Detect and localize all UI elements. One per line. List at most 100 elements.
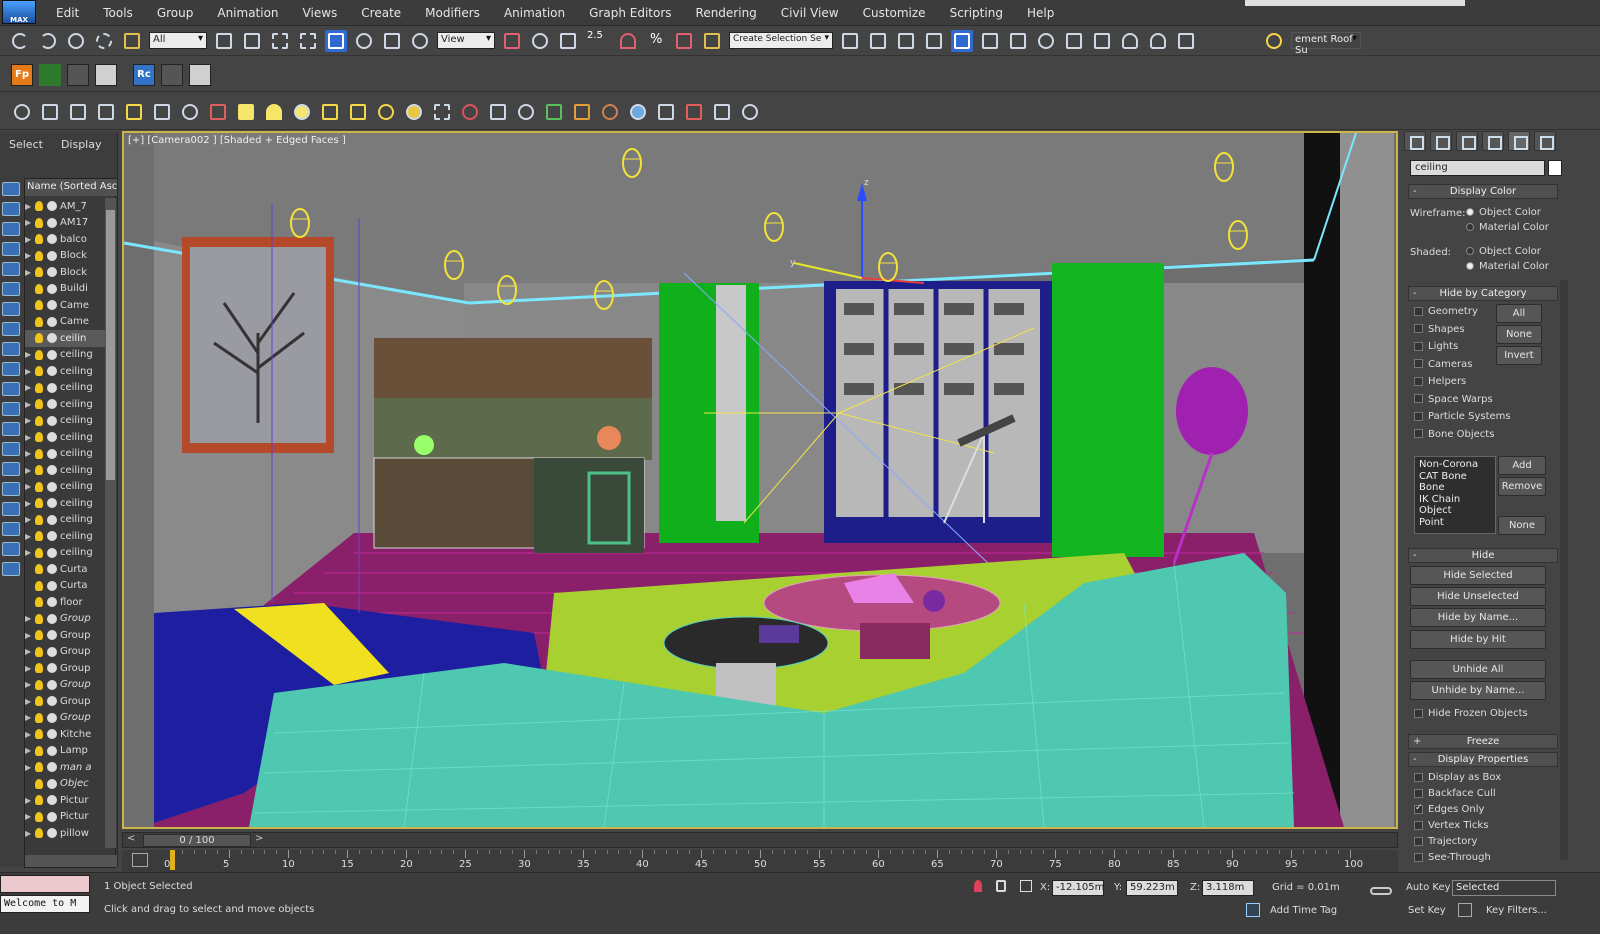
list-item[interactable]: ▶ ceiling bbox=[25, 429, 105, 446]
shaded-object-color-radio[interactable]: Object Color bbox=[1466, 246, 1541, 257]
copy-icon[interactable] bbox=[711, 101, 733, 123]
explorer-filter-icon[interactable] bbox=[2, 342, 20, 356]
current-frame-marker[interactable] bbox=[170, 850, 175, 870]
list-item[interactable]: Curta bbox=[25, 561, 105, 578]
list-item[interactable]: ▶ Group bbox=[25, 644, 105, 661]
list-item[interactable]: Came bbox=[25, 314, 105, 331]
snap-toggle-icon[interactable]: 2.5 bbox=[585, 30, 611, 52]
forest-pack-icon[interactable]: Fp bbox=[11, 63, 33, 86]
expand-triangle-icon[interactable]: ▶ bbox=[25, 350, 35, 359]
selection-filter-dropdown[interactable]: All bbox=[149, 32, 207, 49]
tab-display[interactable]: Display bbox=[52, 138, 111, 151]
menu-group[interactable]: Group bbox=[145, 6, 206, 20]
type-list-item[interactable]: IK Chain Object bbox=[1419, 494, 1491, 517]
rollout-display-properties[interactable]: - Display Properties bbox=[1408, 752, 1558, 767]
motion-tab-icon[interactable] bbox=[1482, 131, 1504, 151]
explorer-filter-icon[interactable] bbox=[2, 182, 20, 196]
list-icon[interactable] bbox=[95, 63, 117, 86]
add-time-tag[interactable]: Add Time Tag bbox=[1270, 905, 1337, 916]
category-all-button[interactable]: All bbox=[1496, 304, 1542, 323]
auto-key-button[interactable]: Auto Key bbox=[1406, 882, 1451, 893]
explorer-filter-icon[interactable] bbox=[2, 242, 20, 256]
list-item[interactable]: ▶ Block bbox=[25, 248, 105, 265]
light-bulb-icon[interactable] bbox=[35, 448, 43, 459]
horizontal-scrollbar[interactable] bbox=[25, 855, 117, 867]
plane-light-icon[interactable] bbox=[235, 101, 257, 123]
list-item[interactable]: ▶ ceiling bbox=[25, 528, 105, 545]
list-item[interactable]: ▶ ceiling bbox=[25, 396, 105, 413]
lut-icon[interactable] bbox=[179, 101, 201, 123]
select-and-scale-icon[interactable] bbox=[381, 30, 403, 52]
list-item[interactable]: ▶ Group bbox=[25, 660, 105, 677]
expand-triangle-icon[interactable]: ▶ bbox=[25, 829, 35, 838]
tab-select[interactable]: Select bbox=[0, 138, 52, 151]
track-bar[interactable]: 0 5 10 15 20 25 30 35 40 45 50 55 60 65 70 75 80 85 90 95 10… bbox=[122, 850, 1398, 872]
render-iterative-icon[interactable] bbox=[1147, 30, 1169, 52]
time-tag-icon[interactable] bbox=[1246, 903, 1260, 917]
wire-object-color-radio[interactable]: Object Color bbox=[1466, 207, 1541, 218]
light-bulb-icon[interactable] bbox=[35, 382, 43, 393]
light-bulb-icon[interactable] bbox=[35, 349, 43, 360]
list-item[interactable]: ▶ ceiling bbox=[25, 512, 105, 529]
expand-triangle-icon[interactable]: ▶ bbox=[25, 416, 35, 425]
category-checkbox[interactable]: Helpers bbox=[1414, 376, 1504, 394]
list-item[interactable]: ▶ ceiling bbox=[25, 363, 105, 380]
align-icon[interactable] bbox=[867, 30, 889, 52]
list-item[interactable]: ▶ Group bbox=[25, 677, 105, 694]
render-elements-icon[interactable] bbox=[683, 101, 705, 123]
light-bulb-icon[interactable] bbox=[35, 778, 43, 789]
keyboard-shortcut-icon[interactable] bbox=[557, 30, 579, 52]
mirror-icon[interactable] bbox=[839, 30, 861, 52]
layer-table-icon[interactable] bbox=[95, 101, 117, 123]
display-property-checkbox[interactable]: Backface Cull bbox=[1414, 788, 1544, 804]
select-object-icon[interactable] bbox=[213, 30, 235, 52]
app-logo-icon[interactable]: MAX bbox=[2, 0, 36, 24]
bind-space-warp-icon[interactable] bbox=[121, 30, 143, 52]
explorer-filter-icon[interactable] bbox=[2, 462, 20, 476]
select-and-place-icon[interactable] bbox=[409, 30, 431, 52]
type-list-item[interactable]: Bone bbox=[1419, 482, 1491, 494]
explorer-filter-icon[interactable] bbox=[2, 362, 20, 376]
expand-triangle-icon[interactable]: ▶ bbox=[25, 647, 35, 656]
viewport-label[interactable]: [+] [Camera002 ] [Shaded + Edged Faces ] bbox=[128, 135, 346, 146]
list-remove-button[interactable]: Remove bbox=[1498, 477, 1546, 496]
object-color-swatch[interactable] bbox=[1548, 160, 1562, 176]
category-checkbox[interactable]: Space Warps bbox=[1414, 394, 1504, 412]
list-item[interactable]: ▶ AM17 bbox=[25, 215, 105, 232]
create-tab-icon[interactable] bbox=[1404, 131, 1426, 151]
set-key-button[interactable]: Set Key bbox=[1408, 905, 1446, 916]
ambient-light-icon[interactable] bbox=[403, 101, 425, 123]
menu-civil-view[interactable]: Civil View bbox=[769, 6, 851, 20]
column-header[interactable]: Name (Sorted Ascer bbox=[25, 179, 117, 196]
hide-button-hide-selected[interactable]: Hide Selected bbox=[1410, 566, 1546, 585]
category-checkbox[interactable]: Particle Systems bbox=[1414, 411, 1511, 429]
menu-modifiers[interactable]: Modifiers bbox=[413, 6, 492, 20]
command-panel-scrollbar[interactable] bbox=[1560, 280, 1568, 860]
category-invert-button[interactable]: Invert bbox=[1496, 346, 1542, 365]
explorer-filter-icon[interactable] bbox=[2, 482, 20, 496]
explorer-filter-icon[interactable] bbox=[2, 522, 20, 536]
camera-viewport[interactable]: [+] [Camera002 ] [Shaded + Edged Faces ] bbox=[122, 131, 1398, 829]
hide-button-hide-by-name[interactable]: Hide by Name... bbox=[1410, 608, 1546, 627]
light-bulb-icon[interactable] bbox=[35, 613, 43, 624]
menu-scripting[interactable]: Scripting bbox=[938, 6, 1015, 20]
angle-snap-icon[interactable] bbox=[617, 30, 639, 52]
menu-views[interactable]: Views bbox=[291, 6, 350, 20]
explorer-filter-icon[interactable] bbox=[2, 262, 20, 276]
light-bulb-icon[interactable] bbox=[35, 679, 43, 690]
explorer-filter-icon[interactable] bbox=[2, 382, 20, 396]
light-bulb-icon[interactable] bbox=[35, 283, 43, 294]
type-list-item[interactable]: Point bbox=[1419, 517, 1491, 529]
list-item[interactable]: ▶ AM_7 bbox=[25, 198, 105, 215]
expand-triangle-icon[interactable]: ▶ bbox=[25, 449, 35, 458]
expand-triangle-icon[interactable]: ▶ bbox=[25, 251, 35, 260]
category-checkbox[interactable]: Lights bbox=[1414, 341, 1504, 359]
expand-triangle-icon[interactable]: ▶ bbox=[25, 515, 35, 524]
x-coordinate-field[interactable]: -12.105m bbox=[1052, 880, 1104, 896]
window-crossing-icon[interactable] bbox=[297, 30, 319, 52]
list-item[interactable]: ▶ ceiling bbox=[25, 413, 105, 430]
undo-icon[interactable] bbox=[9, 30, 31, 52]
expand-triangle-icon[interactable]: ▶ bbox=[25, 433, 35, 442]
proxy-icon[interactable] bbox=[431, 101, 453, 123]
light-bulb-icon[interactable] bbox=[35, 234, 43, 245]
